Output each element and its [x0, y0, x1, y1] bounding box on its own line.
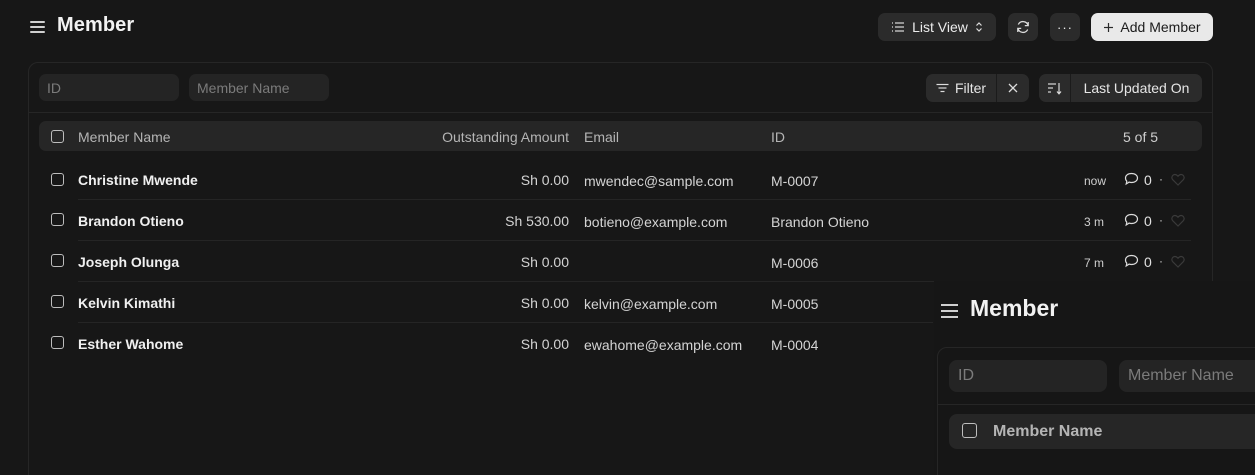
id-cell: M-0005	[771, 296, 819, 312]
refresh-button[interactable]	[1008, 13, 1038, 41]
row-checkbox[interactable]	[51, 295, 64, 308]
sort-direction-button[interactable]	[1039, 74, 1071, 102]
refresh-icon	[1017, 20, 1029, 34]
member-name-cell[interactable]: Kelvin Kimathi	[78, 295, 175, 311]
separator-dot: ·	[1159, 172, 1163, 186]
column-header-email[interactable]: Email	[584, 129, 619, 145]
member-name-cell[interactable]: Esther Wahome	[78, 336, 183, 352]
sidebar-toggle-icon[interactable]	[30, 19, 46, 35]
id-cell: M-0007	[771, 173, 819, 189]
column-header-outstanding-amount[interactable]: Outstanding Amount	[420, 129, 569, 145]
add-member-button[interactable]: Add Member	[1091, 13, 1213, 41]
add-member-label: Add Member	[1120, 19, 1201, 35]
filter-icon	[936, 83, 949, 93]
column-header-member-name[interactable]: Member Name	[78, 129, 171, 145]
row-checkbox[interactable]	[51, 254, 64, 267]
id-cell: M-0004	[771, 337, 819, 353]
overlay-select-all-checkbox[interactable]	[962, 423, 977, 438]
member-name-cell[interactable]: Brandon Otieno	[78, 213, 184, 229]
list-view-button[interactable]: List View	[878, 13, 996, 41]
column-header-id[interactable]: ID	[771, 129, 785, 145]
clear-filter-button[interactable]	[997, 74, 1029, 102]
close-icon	[1008, 83, 1018, 93]
row-checkbox[interactable]	[51, 173, 64, 186]
divider	[29, 112, 1212, 113]
more-icon: ···	[1057, 19, 1073, 35]
member-name-cell[interactable]: Christine Mwende	[78, 172, 198, 188]
overlay-window: Member ID Member Name Member Name	[934, 281, 1255, 475]
more-options-button[interactable]: ···	[1050, 13, 1080, 41]
overlay-page-title: Member	[970, 295, 1059, 321]
separator-dot: ·	[1159, 254, 1163, 268]
overlay-column-header-member-name[interactable]: Member Name	[993, 423, 1102, 441]
heart-icon[interactable]	[1171, 214, 1185, 227]
list-icon	[892, 22, 905, 32]
id-cell: M-0006	[771, 255, 819, 271]
modified-time: now	[1084, 174, 1107, 188]
email-cell: botieno@example.com	[584, 214, 728, 230]
modified-time: 3 m	[1084, 215, 1105, 229]
filter-button[interactable]: Filter	[926, 74, 997, 102]
overlay-divider	[938, 404, 1255, 405]
comment-count: 0	[1144, 213, 1152, 229]
sort-field-button[interactable]: Last Updated On	[1071, 74, 1202, 102]
outstanding-amount-cell: Sh 530.00	[505, 213, 569, 229]
list-view-label: List View	[912, 19, 968, 35]
member-name-cell[interactable]: Joseph Olunga	[78, 254, 179, 270]
row-checkbox[interactable]	[51, 336, 64, 349]
email-cell: ewahome@example.com	[584, 337, 743, 353]
heart-icon[interactable]	[1171, 255, 1185, 268]
table-header	[39, 121, 1202, 151]
comment-icon[interactable]	[1124, 213, 1139, 227]
outstanding-amount-cell: Sh 0.00	[520, 336, 569, 352]
comment-count: 0	[1144, 254, 1152, 270]
table-row[interactable]: Joseph Olunga Sh 0.00 M-0006 7 m 0 ·	[39, 241, 1202, 282]
separator-dot: ·	[1159, 213, 1163, 227]
comment-count: 0	[1144, 172, 1152, 188]
page-title: Member	[57, 14, 135, 36]
id-cell: Brandon Otieno	[771, 214, 870, 230]
overlay-member-name-filter-input[interactable]: Member Name	[1119, 360, 1255, 392]
row-checkbox[interactable]	[51, 213, 64, 226]
chevron-updown-icon	[975, 22, 982, 32]
row-count: 5 of 5	[1123, 129, 1159, 145]
heart-icon[interactable]	[1171, 173, 1185, 186]
outstanding-amount-cell: Sh 0.00	[520, 254, 569, 270]
comment-icon[interactable]	[1124, 254, 1139, 268]
filter-label: Filter	[954, 80, 987, 96]
comment-icon[interactable]	[1124, 172, 1139, 186]
outstanding-amount-cell: Sh 0.00	[520, 172, 569, 188]
table-row[interactable]: Brandon Otieno Sh 530.00 botieno@example…	[39, 200, 1202, 241]
filter-group: Filter	[926, 74, 1029, 102]
outstanding-amount-cell: Sh 0.00	[520, 295, 569, 311]
member-name-filter-input[interactable]: Member Name	[189, 74, 329, 101]
table-row[interactable]: Christine Mwende Sh 0.00 mwendec@sample.…	[39, 160, 1202, 201]
email-cell: kelvin@example.com	[584, 296, 718, 312]
id-filter-input[interactable]: ID	[39, 74, 179, 101]
overlay-id-filter-input[interactable]: ID	[949, 360, 1107, 392]
select-all-checkbox[interactable]	[51, 130, 64, 143]
sidebar-toggle-icon[interactable]	[941, 302, 959, 320]
modified-time: 7 m	[1084, 256, 1105, 270]
plus-icon	[1104, 22, 1114, 32]
sort-group: Last Updated On	[1039, 74, 1202, 102]
sort-descending-icon	[1048, 82, 1062, 95]
email-cell: mwendec@sample.com	[584, 173, 734, 189]
